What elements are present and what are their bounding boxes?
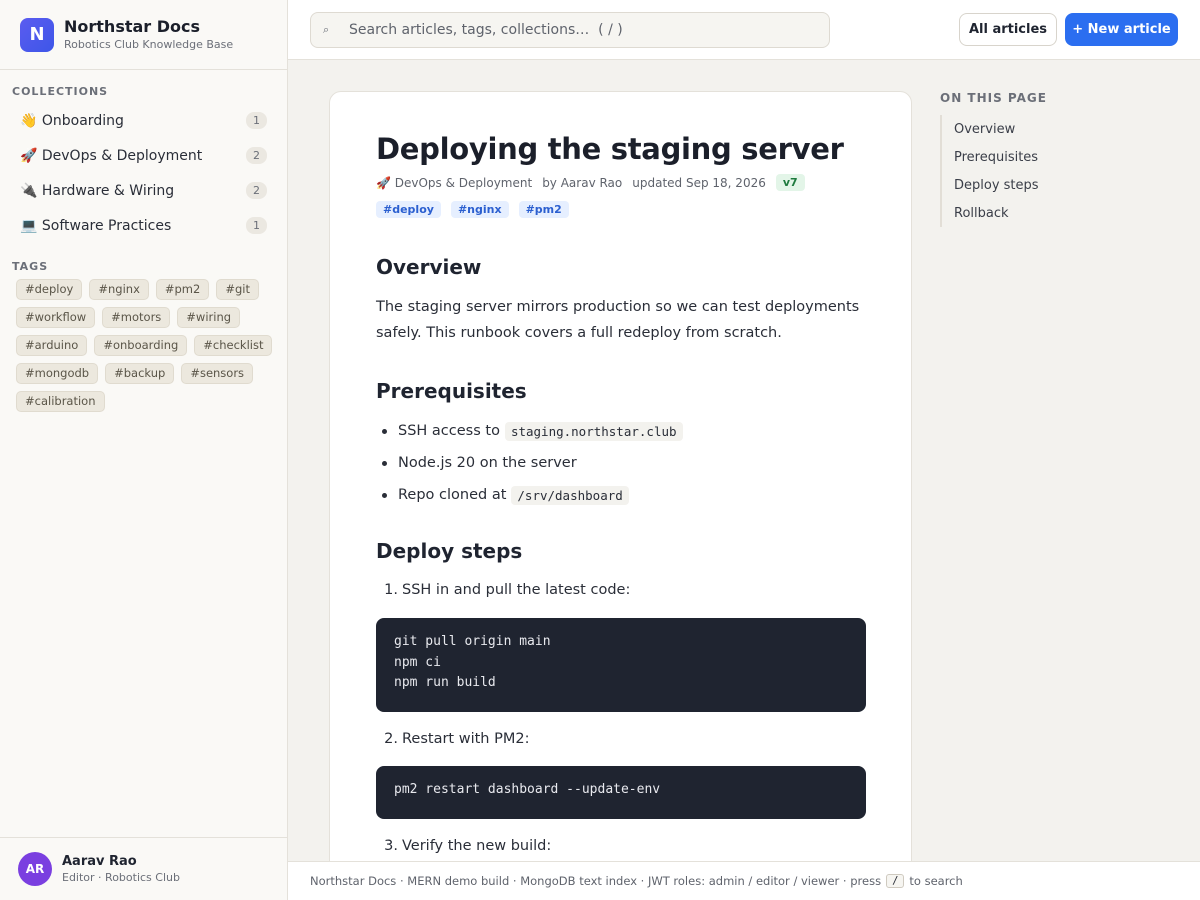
collection-item-hardware[interactable]: 🔌 Hardware & Wiring 2 bbox=[8, 173, 280, 208]
overview-text: The staging server mirrors production so… bbox=[376, 299, 860, 341]
toc-item-deploy-steps[interactable]: Deploy steps bbox=[942, 171, 1039, 199]
collection-item-onboarding[interactable]: 👋 Onboarding 1 bbox=[8, 103, 280, 138]
step-item: 3. Verify the new build: bbox=[384, 838, 552, 854]
sidebar: N Northstar Docs Robotics Club Knowledge… bbox=[0, 0, 288, 900]
tag-chip[interactable]: #onboarding bbox=[94, 335, 188, 356]
tag-chip[interactable]: #arduino bbox=[16, 335, 88, 356]
collection-label: 🚀 DevOps & Deployment bbox=[20, 147, 203, 164]
toc-item-rollback[interactable]: Rollback bbox=[942, 199, 1039, 227]
search-icon: ⌕ bbox=[323, 23, 330, 36]
user-name: Aarav Rao bbox=[62, 853, 137, 869]
collection-count: 2 bbox=[246, 182, 267, 199]
deploy-steps-heading: Deploy steps bbox=[376, 539, 523, 563]
tag-chip[interactable]: #calibration bbox=[16, 391, 105, 412]
tag-chip[interactable]: #motors bbox=[102, 307, 171, 328]
tag-chip[interactable]: #checklist bbox=[194, 335, 273, 356]
collection-label: 💻 Software Practices bbox=[20, 217, 172, 234]
logo: N bbox=[20, 17, 54, 52]
new-article-button[interactable]: + New article bbox=[1065, 13, 1178, 46]
footer-text: Northstar Docs · MERN demo build · Mongo… bbox=[310, 874, 882, 888]
list-item: Node.js 20 on the server bbox=[376, 447, 866, 479]
article-title: Deploying the staging server bbox=[376, 132, 844, 166]
collection-label: 👋 Onboarding bbox=[20, 112, 124, 129]
topbar: ⌕ All articles + New article bbox=[288, 0, 1200, 60]
step-item: 2. Restart with PM2: bbox=[384, 731, 530, 747]
brand[interactable]: N Northstar Docs Robotics Club Knowledge… bbox=[0, 0, 287, 70]
table-of-contents: Overview Prerequisites Deploy steps Roll… bbox=[940, 115, 1039, 227]
all-articles-button[interactable]: All articles bbox=[959, 13, 1057, 46]
user-profile[interactable]: AR Aarav Rao Editor · Robotics Club bbox=[0, 837, 287, 900]
tags-label: TAGS bbox=[12, 260, 49, 273]
avatar: AR bbox=[18, 852, 52, 886]
tag-chip[interactable]: #pm2 bbox=[155, 279, 210, 300]
tag-chip[interactable]: #workflow bbox=[16, 307, 96, 328]
list-item: Repo cloned at /srv/dashboard bbox=[376, 479, 866, 511]
meta-collection[interactable]: 🚀 DevOps & Deployment bbox=[376, 176, 532, 190]
user-role: Editor · Robotics Club bbox=[62, 870, 180, 884]
app-subtitle: Robotics Club Knowledge Base bbox=[64, 37, 234, 51]
prerequisites-list: SSH access to staging.northstar.club Nod… bbox=[376, 415, 866, 511]
collection-count: 2 bbox=[246, 147, 267, 164]
step-item: 1. SSH in and pull the latest code: bbox=[384, 582, 631, 598]
article-tag[interactable]: #pm2 bbox=[518, 201, 569, 218]
footer: Northstar Docs · MERN demo build · Mongo… bbox=[288, 861, 1200, 900]
toc-item-overview[interactable]: Overview bbox=[942, 115, 1039, 143]
search-input[interactable] bbox=[349, 22, 809, 38]
shortcut-key: / bbox=[886, 874, 905, 888]
overview-heading: Overview bbox=[376, 255, 482, 279]
tag-chip[interactable]: #nginx bbox=[89, 279, 149, 300]
collection-count: 1 bbox=[246, 217, 267, 234]
tag-chip[interactable]: #backup bbox=[105, 363, 175, 384]
meta-author: by Aarav Rao bbox=[542, 175, 623, 190]
tag-chip[interactable]: #wiring bbox=[177, 307, 241, 328]
inline-code: /srv/dashboard bbox=[511, 485, 629, 505]
collections-list: 👋 Onboarding 1 🚀 DevOps & Deployment 2 🔌… bbox=[8, 103, 280, 243]
meta-updated: updated Sep 18, 2026 bbox=[632, 175, 766, 190]
article-meta: 🚀 DevOps & Deployment by Aarav Rao updat… bbox=[376, 174, 876, 218]
tag-chip[interactable]: #git bbox=[216, 279, 259, 300]
code-block[interactable]: pm2 restart dashboard --update-env bbox=[376, 766, 866, 819]
collections-label: COLLECTIONS bbox=[12, 85, 109, 98]
article-card: Deploying the staging server 🚀 DevOps & … bbox=[329, 91, 912, 881]
article-tag[interactable]: #deploy bbox=[376, 201, 441, 218]
collection-item-devops[interactable]: 🚀 DevOps & Deployment 2 bbox=[8, 138, 280, 173]
collection-item-software[interactable]: 💻 Software Practices 1 bbox=[8, 208, 280, 243]
footer-suffix: to search bbox=[909, 874, 963, 888]
tag-chip[interactable]: #deploy bbox=[16, 279, 83, 300]
tag-cloud: #deploy #nginx #pm2 #git #workflow #moto… bbox=[16, 279, 276, 412]
collection-label: 🔌 Hardware & Wiring bbox=[20, 182, 175, 199]
article-tag[interactable]: #nginx bbox=[450, 201, 509, 218]
toc-label: ON THIS PAGE bbox=[940, 91, 1047, 105]
tag-chip[interactable]: #sensors bbox=[181, 363, 254, 384]
prerequisites-heading: Prerequisites bbox=[376, 379, 527, 403]
tag-chip[interactable]: #mongodb bbox=[16, 363, 99, 384]
collection-count: 1 bbox=[246, 112, 267, 129]
app-title: Northstar Docs bbox=[64, 16, 201, 36]
code-block[interactable]: git pull origin main npm ci npm run buil… bbox=[376, 618, 866, 712]
inline-code: staging.northstar.club bbox=[504, 421, 683, 441]
list-item: SSH access to staging.northstar.club bbox=[376, 415, 866, 447]
version-badge: v7 bbox=[775, 174, 805, 191]
toc-item-prerequisites[interactable]: Prerequisites bbox=[942, 143, 1039, 171]
search-box[interactable]: ⌕ bbox=[310, 12, 830, 48]
